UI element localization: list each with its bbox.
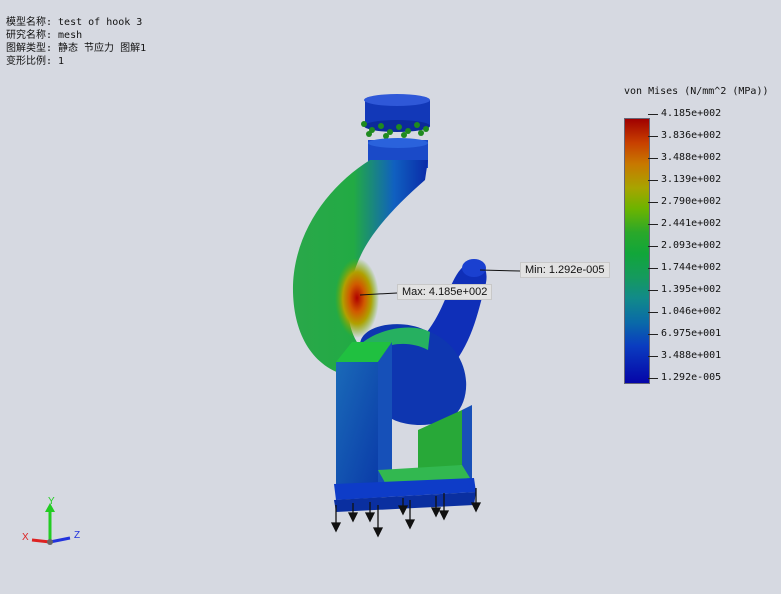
axis-z-label: Z: [74, 530, 80, 541]
max-callout[interactable]: Max: 4.185e+002: [397, 284, 493, 300]
axis-y-label: Y: [48, 496, 55, 507]
axis-triad[interactable]: Y X Z: [22, 496, 80, 545]
min-callout[interactable]: Min: 1.292e-005: [520, 262, 610, 278]
max-stress-region: [335, 258, 379, 338]
axis-x-label: X: [22, 532, 29, 543]
hook-model-viewport[interactable]: Y X Z: [0, 0, 781, 594]
min-leader-line: [479, 269, 521, 272]
